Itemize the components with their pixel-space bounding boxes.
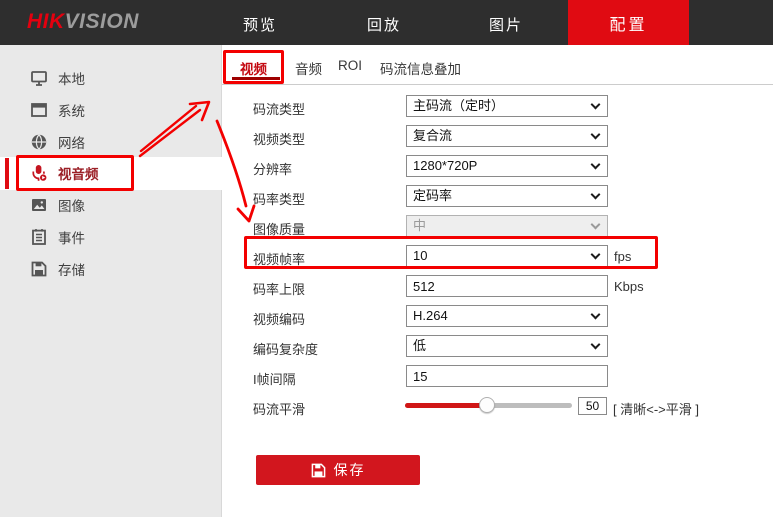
tab-video[interactable]: 视频: [240, 58, 267, 78]
chevron-down-icon: [591, 100, 601, 110]
video-encoding-select[interactable]: H.264: [406, 305, 608, 327]
logo-hik-text: HIK: [27, 10, 65, 33]
save-icon: [311, 463, 326, 478]
sidebar-item-label: 网络: [58, 132, 85, 152]
bitrate-type-label: 码率类型: [253, 189, 305, 208]
max-bitrate-input[interactable]: [406, 275, 608, 297]
chevron-down-icon: [591, 130, 601, 140]
sidebar-item-label: 存储: [58, 259, 85, 279]
sidebar-item-local[interactable]: 本地: [0, 62, 222, 94]
sidebar-item-label: 事件: [58, 227, 85, 247]
stream-smoothing-value-box[interactable]: [578, 397, 607, 415]
video-encoding-label: 视频编码: [253, 309, 305, 328]
image-quality-select: 中: [406, 215, 608, 237]
sidebar-item-video-audio[interactable]: 视音频: [0, 157, 222, 189]
tabbar-divider: [222, 84, 773, 85]
resolution-select[interactable]: 1280*720P: [406, 155, 608, 177]
stream-type-value: 主码流（定时）: [413, 98, 504, 113]
hikvision-logo: HIKVISION: [27, 10, 139, 34]
sidebar-item-label: 本地: [58, 68, 85, 88]
slider-fill: [405, 403, 487, 408]
chevron-down-icon: [591, 310, 601, 320]
topnav-picture[interactable]: 图片: [489, 14, 523, 35]
image-quality-value: 中: [413, 218, 426, 233]
sidebar-item-label: 视音频: [58, 163, 99, 183]
chevron-down-icon: [591, 250, 601, 260]
iframe-interval-label: I帧间隔: [253, 369, 296, 388]
event-icon: [30, 228, 48, 246]
bitrate-type-value: 定码率: [413, 188, 452, 203]
video-encoding-value: H.264: [413, 308, 448, 323]
window-icon: [30, 101, 48, 119]
resolution-label: 分辨率: [253, 159, 292, 178]
sidebar-item-image[interactable]: 图像: [0, 189, 222, 221]
storage-icon: [30, 260, 48, 278]
stream-type-label: 码流类型: [253, 99, 305, 118]
top-navbar: HIKVISION 预览 回放 图片 配置: [0, 0, 773, 45]
frame-rate-select[interactable]: 10: [406, 245, 608, 267]
stream-smoothing-hint: [ 清晰<->平滑 ]: [613, 399, 699, 418]
stream-smoothing-label: 码流平滑: [253, 399, 305, 418]
tab-roi[interactable]: ROI: [338, 58, 362, 73]
topnav-configuration[interactable]: 配置: [568, 0, 689, 45]
resolution-value: 1280*720P: [413, 158, 477, 173]
tab-audio[interactable]: 音频: [295, 58, 322, 78]
stream-smoothing-slider[interactable]: [405, 403, 572, 408]
sidebar-item-label: 图像: [58, 195, 85, 215]
chevron-down-icon: [591, 340, 601, 350]
encoding-complexity-select[interactable]: 低: [406, 335, 608, 357]
chevron-down-icon: [591, 190, 601, 200]
encoding-complexity-value: 低: [413, 338, 426, 353]
sidebar-item-network[interactable]: 网络: [0, 126, 222, 158]
video-type-select[interactable]: 复合流: [406, 125, 608, 147]
image-icon: [30, 196, 48, 214]
tab-stream-info-overlay[interactable]: 码流信息叠加: [380, 58, 461, 78]
bitrate-type-select[interactable]: 定码率: [406, 185, 608, 207]
max-bitrate-unit: Kbps: [614, 279, 644, 294]
save-button-label: 保存: [334, 460, 366, 480]
frame-rate-unit: fps: [614, 249, 631, 264]
max-bitrate-label: 码率上限: [253, 279, 305, 298]
sidebar-item-system[interactable]: 系统: [0, 94, 222, 126]
video-type-value: 复合流: [413, 128, 452, 143]
slider-thumb[interactable]: [479, 397, 495, 413]
active-tab-underline: [232, 77, 280, 80]
chevron-down-icon: [591, 160, 601, 170]
microphone-icon: [30, 164, 48, 182]
frame-rate-value: 10: [413, 248, 427, 263]
stream-type-select[interactable]: 主码流（定时）: [406, 95, 608, 117]
image-quality-label: 图像质量: [253, 219, 305, 238]
save-button[interactable]: 保存: [256, 455, 420, 485]
frame-rate-label: 视频帧率: [253, 249, 305, 268]
topnav-preview[interactable]: 预览: [243, 14, 277, 35]
iframe-interval-input[interactable]: [406, 365, 608, 387]
sidebar: 本地 系统 网络 视音频 图像: [0, 45, 222, 517]
video-type-label: 视频类型: [253, 129, 305, 148]
sidebar-item-label: 系统: [58, 100, 85, 120]
sidebar-item-event[interactable]: 事件: [0, 221, 222, 253]
topnav-playback[interactable]: 回放: [367, 14, 401, 35]
logo-vision-text: VISION: [65, 10, 139, 33]
monitor-icon: [30, 69, 48, 87]
globe-icon: [30, 133, 48, 151]
encoding-complexity-label: 编码复杂度: [253, 339, 318, 358]
hikvision-config-page: HIKVISION 预览 回放 图片 配置 本地 系统 网络: [0, 0, 773, 517]
chevron-down-icon: [591, 220, 601, 230]
sidebar-item-storage[interactable]: 存储: [0, 253, 222, 285]
